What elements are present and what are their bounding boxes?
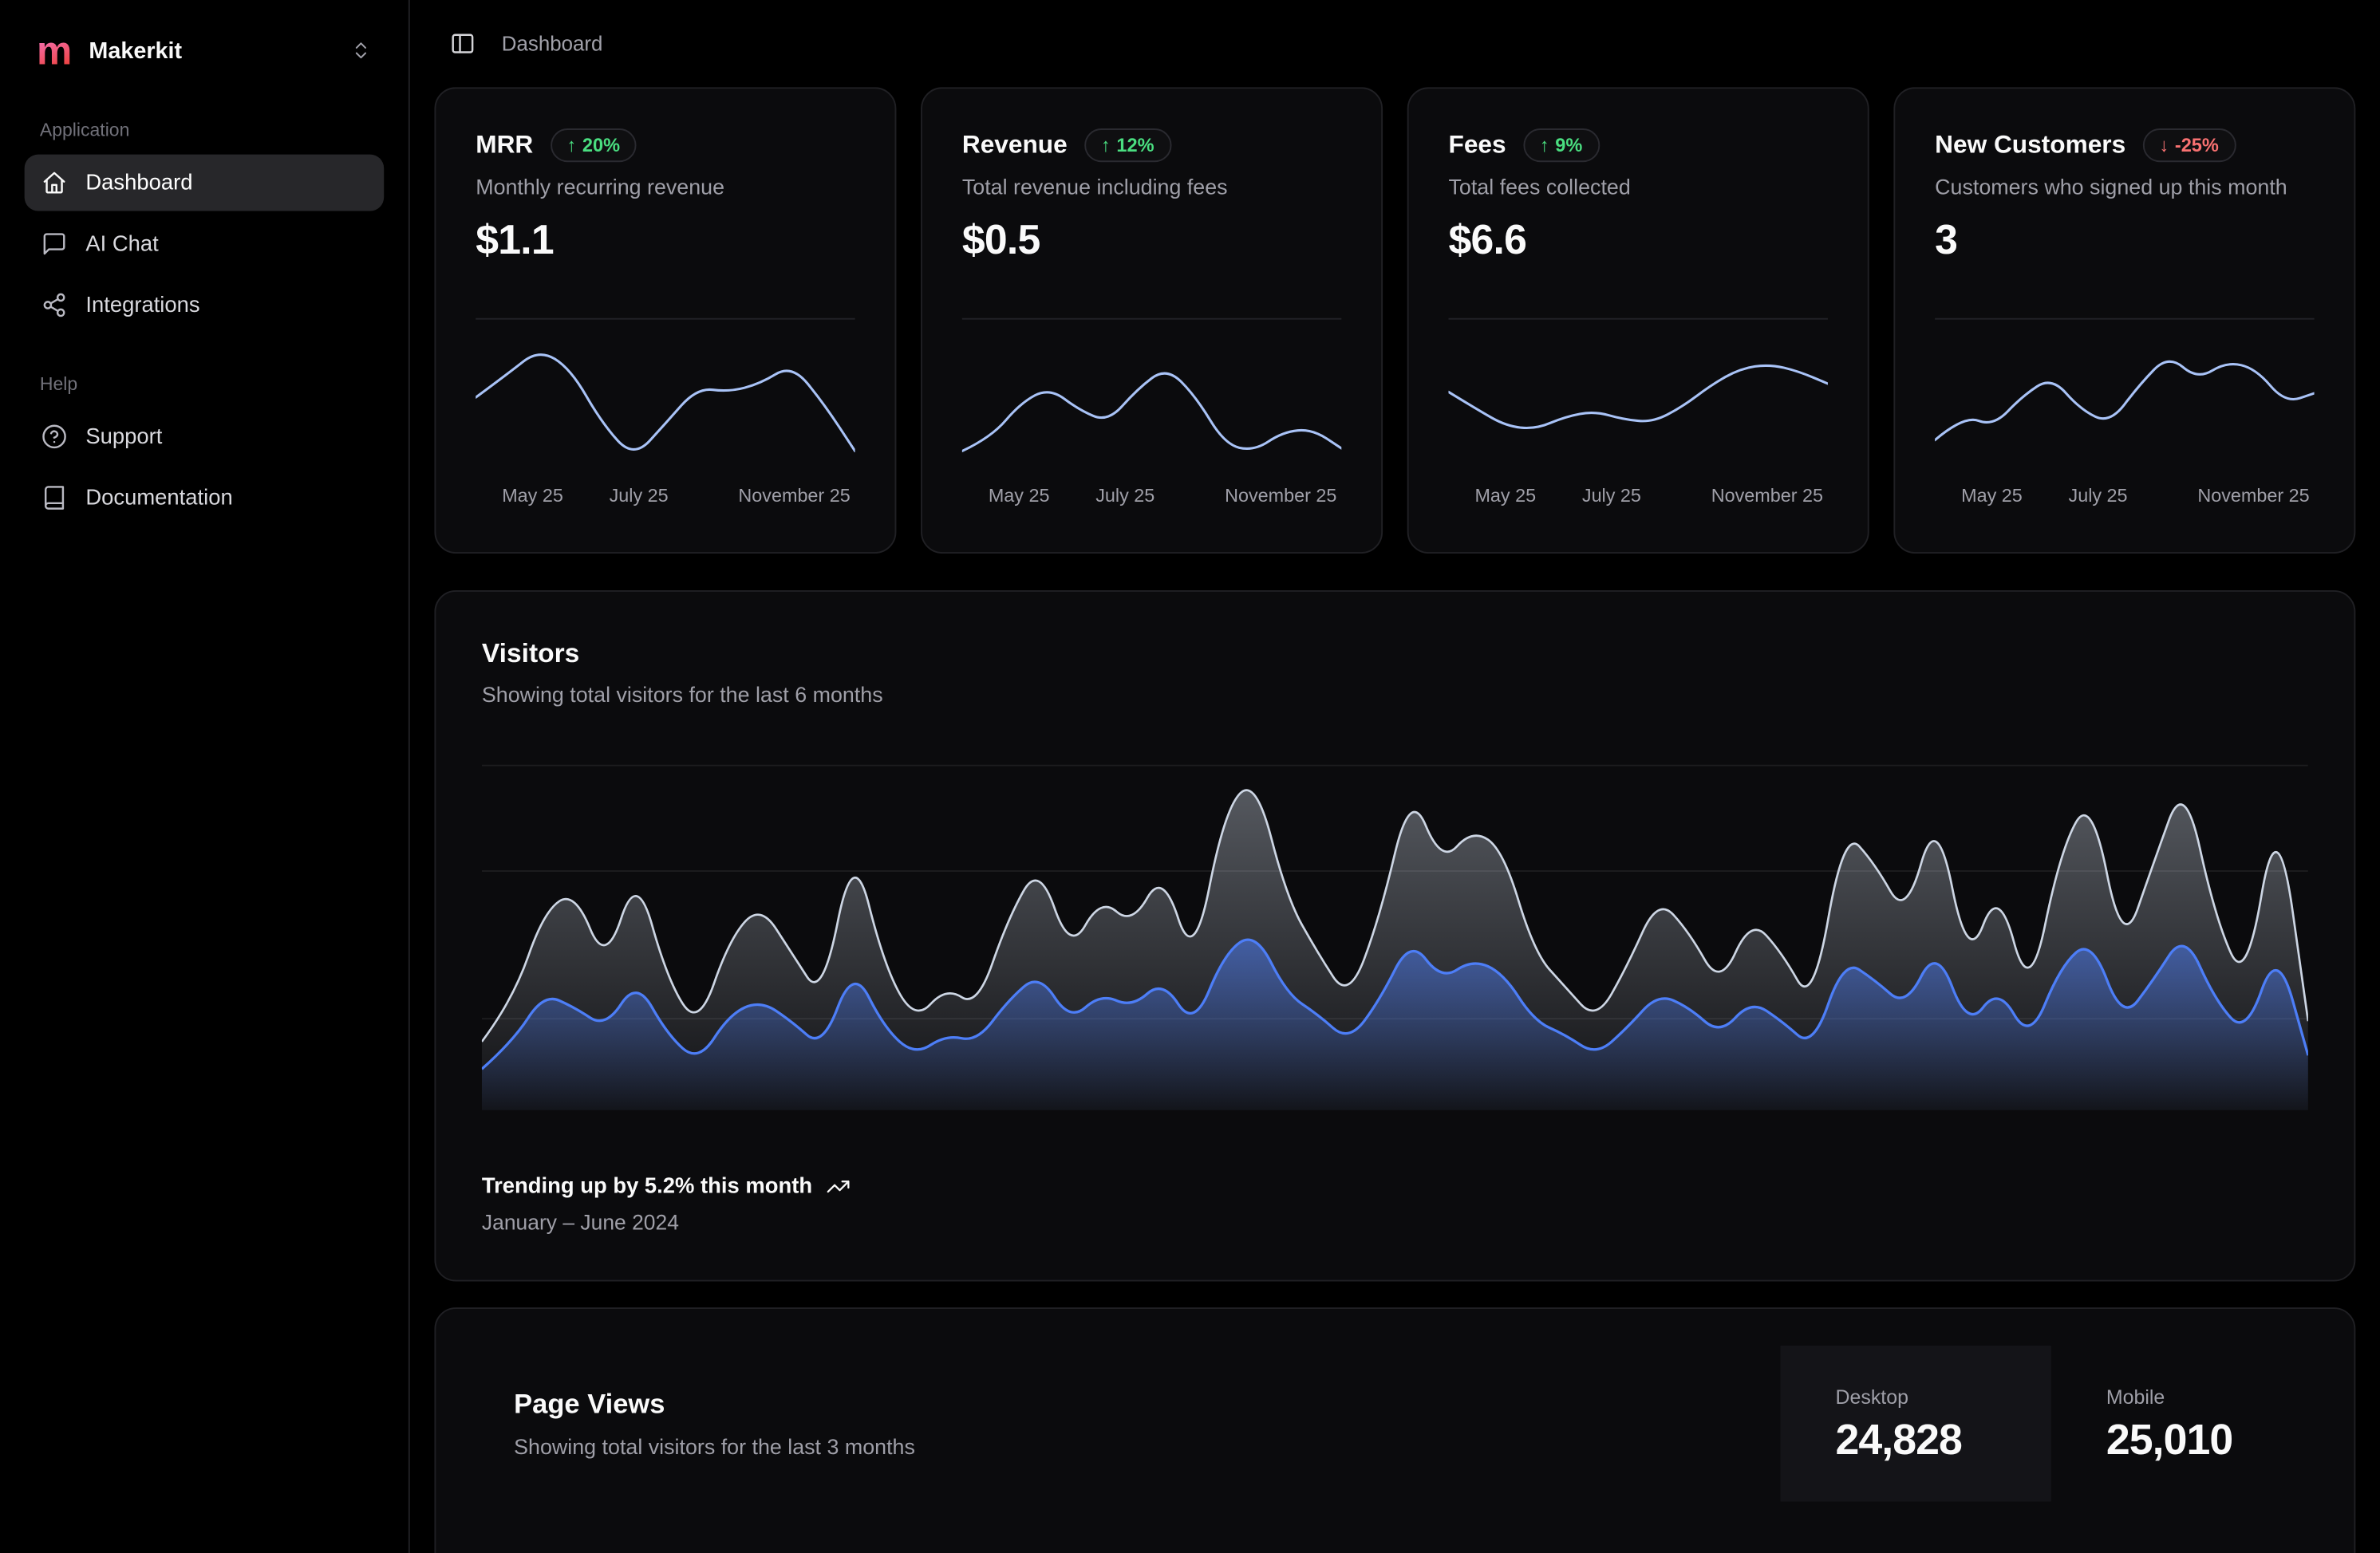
stat-card-fees: Fees ↑ 9% Total fees collected $6.6 May … (1407, 88, 1869, 554)
trend-arrow-up-icon: ↑ (566, 135, 576, 156)
desktop-value: 24,828 (1836, 1416, 2051, 1464)
sidebar-item-support[interactable]: Support (25, 408, 385, 465)
share-icon (41, 292, 68, 318)
desktop-label: Desktop (1836, 1385, 2051, 1409)
x-tick: July 25 (610, 485, 669, 506)
stat-subtitle: Total revenue including fees (962, 175, 1341, 199)
sidebar-item-documentation[interactable]: Documentation (25, 470, 385, 526)
visitors-title: Visitors (482, 638, 2308, 670)
sidebar-item-label: Support (85, 424, 162, 449)
trend-percent: 12% (1116, 135, 1154, 156)
sidebar-item-label: AI Chat (85, 231, 158, 256)
trend-arrow-up-icon: ↑ (1101, 135, 1111, 156)
topbar: Dashboard (410, 0, 2380, 88)
stat-card-revenue: Revenue ↑ 12% Total revenue including fe… (921, 88, 1383, 554)
stat-card-mrr: MRR ↑ 20% Monthly recurring revenue $1.1… (434, 88, 896, 554)
stats-grid: MRR ↑ 20% Monthly recurring revenue $1.1… (434, 88, 2355, 554)
x-tick: May 25 (1474, 485, 1536, 506)
mobile-label: Mobile (2106, 1385, 2322, 1409)
stat-subtitle: Monthly recurring revenue (476, 175, 855, 199)
page-views-mobile-toggle[interactable]: Mobile 25,010 (2051, 1346, 2322, 1502)
stat-title: Fees (1448, 131, 1506, 160)
sidebar: m Makerkit Application Dashboard AI Chat (0, 0, 410, 1553)
home-icon (41, 170, 68, 196)
dashboard-content: MRR ↑ 20% Monthly recurring revenue $1.1… (410, 88, 2380, 1553)
x-tick: July 25 (1582, 485, 1641, 506)
stat-card-new-customers: New Customers ↓ -25% Customers who signe… (1893, 88, 2355, 554)
new-customers-sparkline-chart (1935, 318, 2314, 471)
x-tick: May 25 (502, 485, 563, 506)
sparkline-x-axis: May 25 July 25 November 25 (962, 485, 1341, 513)
help-circle-icon (41, 424, 68, 450)
page-views-desktop-toggle[interactable]: Desktop 24,828 (1781, 1346, 2051, 1502)
sidebar-item-ai-chat[interactable]: AI Chat (25, 215, 385, 272)
stat-title: MRR (476, 131, 533, 160)
main-area: Dashboard MRR ↑ 20% Monthly recurring re… (410, 0, 2380, 1553)
workspace-switcher[interactable]: m Makerkit (25, 22, 385, 80)
chevrons-up-down-icon (350, 40, 372, 61)
stat-value: 3 (1935, 217, 2314, 264)
trend-percent: -25% (2175, 135, 2219, 156)
sparkline-x-axis: May 25 July 25 November 25 (476, 485, 855, 513)
trending-up-icon (826, 1175, 851, 1200)
trend-percent: 20% (582, 135, 620, 156)
revenue-sparkline-chart (962, 318, 1341, 471)
visitors-subtitle: Showing total visitors for the last 6 mo… (482, 682, 2308, 707)
breadcrumb: Dashboard (502, 32, 603, 55)
book-icon (41, 485, 68, 511)
sidebar-item-label: Integrations (85, 293, 199, 317)
trend-percent: 9% (1555, 135, 1582, 156)
sidebar-section-application: Application (40, 120, 384, 141)
stat-title: Revenue (962, 131, 1068, 160)
x-tick: May 25 (1961, 485, 2023, 506)
sidebar-item-label: Dashboard (85, 171, 192, 195)
x-tick: November 25 (2197, 485, 2309, 506)
page-views-toggles: Desktop 24,828 Mobile 25,010 (1781, 1346, 2323, 1502)
visitors-footer: Trending up by 5.2% this month January –… (482, 1175, 2308, 1235)
x-tick: July 25 (1095, 485, 1154, 506)
stat-value: $1.1 (476, 217, 855, 264)
trend-arrow-down-icon: ↓ (2159, 135, 2169, 156)
stat-subtitle: Customers who signed up this month (1935, 175, 2314, 199)
visitors-trend-text: Trending up by 5.2% this month (482, 1175, 812, 1200)
sparkline-x-axis: May 25 July 25 November 25 (1935, 485, 2314, 513)
visitors-area-chart (482, 759, 2308, 1110)
app-root: m Makerkit Application Dashboard AI Chat (0, 0, 2380, 1553)
stat-subtitle: Total fees collected (1448, 175, 1827, 199)
x-tick: November 25 (738, 485, 850, 506)
workspace-name: Makerkit (89, 37, 182, 64)
page-views-card: Page Views Showing total visitors for th… (434, 1307, 2355, 1553)
page-views-subtitle: Showing total visitors for the last 3 mo… (514, 1434, 915, 1459)
sidebar-item-integrations[interactable]: Integrations (25, 277, 385, 333)
page-views-title: Page Views (514, 1389, 915, 1421)
x-tick: May 25 (989, 485, 1050, 506)
trend-badge: ↑ 12% (1084, 128, 1171, 162)
visitors-date-range: January – June 2024 (482, 1212, 2308, 1235)
trend-badge: ↓ -25% (2142, 128, 2236, 162)
sidebar-section-help: Help (40, 373, 384, 395)
mobile-value: 25,010 (2106, 1416, 2322, 1464)
fees-sparkline-chart (1448, 318, 1827, 471)
x-tick: November 25 (1225, 485, 1336, 506)
sidebar-item-label: Documentation (85, 486, 232, 510)
x-tick: July 25 (2069, 485, 2128, 506)
sidebar-toggle-icon[interactable] (450, 30, 476, 57)
stat-value: $0.5 (962, 217, 1341, 264)
trend-badge: ↑ 9% (1523, 128, 1600, 162)
chat-icon (41, 231, 68, 257)
trend-badge: ↑ 20% (550, 128, 637, 162)
stat-title: New Customers (1935, 131, 2125, 160)
makerkit-logo: m (37, 34, 72, 67)
sidebar-item-dashboard[interactable]: Dashboard (25, 155, 385, 211)
stat-value: $6.6 (1448, 217, 1827, 264)
sparkline-x-axis: May 25 July 25 November 25 (1448, 485, 1827, 513)
visitors-card: Visitors Showing total visitors for the … (434, 590, 2355, 1282)
x-tick: November 25 (1711, 485, 1823, 506)
trend-arrow-up-icon: ↑ (1540, 135, 1549, 156)
mrr-sparkline-chart (476, 318, 855, 471)
